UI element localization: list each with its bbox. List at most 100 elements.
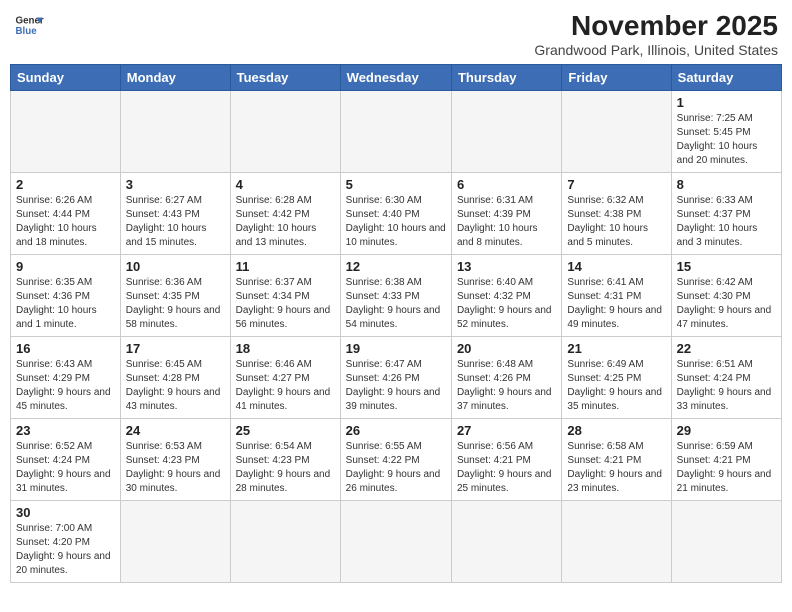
calendar-day-cell: 19 Sunrise: 6:47 AM Sunset: 4:26 PM Dayli…: [340, 337, 451, 419]
calendar-day-cell: 20Sunrise: 6:48 AM Sunset: 4:26 PM Dayli…: [451, 337, 561, 419]
day-number: 29: [677, 423, 776, 438]
calendar-day-cell: 16 Sunrise: 6:43 AM Sunset: 4:29 PM Dayli…: [11, 337, 121, 419]
calendar-day-cell: 28 Sunrise: 6:58 AM Sunset: 4:21 PM Dayli…: [562, 419, 671, 501]
day-info: Sunrise: 6:59 AM Sunset: 4:21 PM Dayligh…: [677, 440, 776, 496]
calendar-week-row: 2 Sunrise: 6:26 AM Sunset: 4:44 PM Daylig…: [11, 173, 782, 255]
calendar-day-cell: 18 Sunrise: 6:46 AM Sunset: 4:27 PM Dayli…: [230, 337, 340, 419]
day-number: 30: [16, 505, 115, 520]
calendar-day-cell: [230, 501, 340, 583]
day-info: Sunrise: 6:35 AM Sunset: 4:36 PM Dayligh…: [16, 276, 115, 332]
day-info: Sunrise: 7:25 AM Sunset: 5:45 PM Dayligh…: [677, 112, 776, 168]
calendar-day-cell: 6 Sunrise: 6:31 AM Sunset: 4:39 PM Daylig…: [451, 173, 561, 255]
calendar-day-cell: 10 Sunrise: 6:36 AM Sunset: 4:35 PM Dayli…: [120, 255, 230, 337]
day-info: Sunrise: 6:47 AM Sunset: 4:26 PM Dayligh…: [346, 358, 446, 414]
day-info: Sunrise: 6:52 AM Sunset: 4:24 PM Dayligh…: [16, 440, 115, 496]
calendar-day-cell: 11Sunrise: 6:37 AM Sunset: 4:34 PM Dayli…: [230, 255, 340, 337]
calendar-day-cell: 24 Sunrise: 6:53 AM Sunset: 4:23 PM Dayli…: [120, 419, 230, 501]
day-info: Sunrise: 6:46 AM Sunset: 4:27 PM Dayligh…: [236, 358, 335, 414]
day-number: 13: [457, 259, 556, 274]
day-number: 4: [236, 177, 335, 192]
calendar-day-cell: [562, 91, 671, 173]
day-info: Sunrise: 6:45 AM Sunset: 4:28 PM Dayligh…: [126, 358, 225, 414]
calendar-day-cell: 21Sunrise: 6:49 AM Sunset: 4:25 PM Dayli…: [562, 337, 671, 419]
day-number: 24: [126, 423, 225, 438]
day-info: Sunrise: 6:37 AM Sunset: 4:34 PM Dayligh…: [236, 276, 335, 332]
location-title: Grandwood Park, Illinois, United States: [534, 42, 778, 58]
calendar-day-cell: 9 Sunrise: 6:35 AM Sunset: 4:36 PM Daylig…: [11, 255, 121, 337]
weekday-header-sunday: Sunday: [11, 65, 121, 91]
weekday-header-monday: Monday: [120, 65, 230, 91]
month-title: November 2025: [534, 10, 778, 42]
weekday-header-saturday: Saturday: [671, 65, 781, 91]
day-number: 8: [677, 177, 776, 192]
day-number: 12: [346, 259, 446, 274]
day-number: 14: [567, 259, 665, 274]
day-info: Sunrise: 6:38 AM Sunset: 4:33 PM Dayligh…: [346, 276, 446, 332]
weekday-header-thursday: Thursday: [451, 65, 561, 91]
day-info: Sunrise: 6:36 AM Sunset: 4:35 PM Dayligh…: [126, 276, 225, 332]
calendar-day-cell: [11, 91, 121, 173]
calendar-day-cell: 14 Sunrise: 6:41 AM Sunset: 4:31 PM Dayli…: [562, 255, 671, 337]
day-info: Sunrise: 6:55 AM Sunset: 4:22 PM Dayligh…: [346, 440, 446, 496]
calendar-week-row: 9 Sunrise: 6:35 AM Sunset: 4:36 PM Daylig…: [11, 255, 782, 337]
calendar-day-cell: 15 Sunrise: 6:42 AM Sunset: 4:30 PM Dayli…: [671, 255, 781, 337]
day-number: 17: [126, 341, 225, 356]
day-number: 20: [457, 341, 556, 356]
calendar-day-cell: 17 Sunrise: 6:45 AM Sunset: 4:28 PM Dayli…: [120, 337, 230, 419]
day-number: 16: [16, 341, 115, 356]
calendar-day-cell: 5Sunrise: 6:30 AM Sunset: 4:40 PM Daylig…: [340, 173, 451, 255]
day-info: Sunrise: 6:53 AM Sunset: 4:23 PM Dayligh…: [126, 440, 225, 496]
logo: General Blue: [14, 10, 44, 40]
day-number: 6: [457, 177, 556, 192]
day-info: Sunrise: 6:28 AM Sunset: 4:42 PM Dayligh…: [236, 194, 335, 250]
day-info: Sunrise: 6:31 AM Sunset: 4:39 PM Dayligh…: [457, 194, 556, 250]
day-number: 3: [126, 177, 225, 192]
calendar-day-cell: 2 Sunrise: 6:26 AM Sunset: 4:44 PM Daylig…: [11, 173, 121, 255]
day-number: 15: [677, 259, 776, 274]
calendar-day-cell: [340, 501, 451, 583]
calendar-day-cell: 8 Sunrise: 6:33 AM Sunset: 4:37 PM Daylig…: [671, 173, 781, 255]
generalblue-logo-icon: General Blue: [14, 10, 44, 40]
calendar-day-cell: [120, 91, 230, 173]
day-info: Sunrise: 6:43 AM Sunset: 4:29 PM Dayligh…: [16, 358, 115, 414]
calendar-day-cell: 26 Sunrise: 6:55 AM Sunset: 4:22 PM Dayli…: [340, 419, 451, 501]
day-number: 19: [346, 341, 446, 356]
weekday-header-tuesday: Tuesday: [230, 65, 340, 91]
day-number: 22: [677, 341, 776, 356]
calendar-day-cell: [451, 91, 561, 173]
day-number: 21: [567, 341, 665, 356]
day-number: 28: [567, 423, 665, 438]
day-info: Sunrise: 6:32 AM Sunset: 4:38 PM Dayligh…: [567, 194, 665, 250]
day-info: Sunrise: 6:41 AM Sunset: 4:31 PM Dayligh…: [567, 276, 665, 332]
day-number: 26: [346, 423, 446, 438]
day-number: 9: [16, 259, 115, 274]
day-info: Sunrise: 6:51 AM Sunset: 4:24 PM Dayligh…: [677, 358, 776, 414]
day-number: 7: [567, 177, 665, 192]
day-number: 18: [236, 341, 335, 356]
day-info: Sunrise: 6:42 AM Sunset: 4:30 PM Dayligh…: [677, 276, 776, 332]
day-info: Sunrise: 6:26 AM Sunset: 4:44 PM Dayligh…: [16, 194, 115, 250]
calendar-day-cell: 3Sunrise: 6:27 AM Sunset: 4:43 PM Daylig…: [120, 173, 230, 255]
day-number: 5: [346, 177, 446, 192]
day-info: Sunrise: 6:56 AM Sunset: 4:21 PM Dayligh…: [457, 440, 556, 496]
day-number: 25: [236, 423, 335, 438]
day-number: 10: [126, 259, 225, 274]
day-number: 2: [16, 177, 115, 192]
calendar-day-cell: 23Sunrise: 6:52 AM Sunset: 4:24 PM Dayli…: [11, 419, 121, 501]
day-info: Sunrise: 6:58 AM Sunset: 4:21 PM Dayligh…: [567, 440, 665, 496]
svg-text:Blue: Blue: [16, 26, 38, 37]
calendar-day-cell: 29 Sunrise: 6:59 AM Sunset: 4:21 PM Dayli…: [671, 419, 781, 501]
calendar-day-cell: [671, 501, 781, 583]
day-info: Sunrise: 6:33 AM Sunset: 4:37 PM Dayligh…: [677, 194, 776, 250]
calendar-day-cell: [340, 91, 451, 173]
calendar-day-cell: [120, 501, 230, 583]
calendar-week-row: 16 Sunrise: 6:43 AM Sunset: 4:29 PM Dayli…: [11, 337, 782, 419]
day-info: Sunrise: 6:40 AM Sunset: 4:32 PM Dayligh…: [457, 276, 556, 332]
calendar-day-cell: 30Sunrise: 7:00 AM Sunset: 4:20 PM Dayli…: [11, 501, 121, 583]
weekday-header-row: SundayMondayTuesdayWednesdayThursdayFrid…: [11, 65, 782, 91]
calendar-day-cell: 7 Sunrise: 6:32 AM Sunset: 4:38 PM Daylig…: [562, 173, 671, 255]
calendar-week-row: 30Sunrise: 7:00 AM Sunset: 4:20 PM Dayli…: [11, 501, 782, 583]
calendar-day-cell: [562, 501, 671, 583]
day-info: Sunrise: 6:54 AM Sunset: 4:23 PM Dayligh…: [236, 440, 335, 496]
calendar-week-row: 1Sunrise: 7:25 AM Sunset: 5:45 PM Daylig…: [11, 91, 782, 173]
